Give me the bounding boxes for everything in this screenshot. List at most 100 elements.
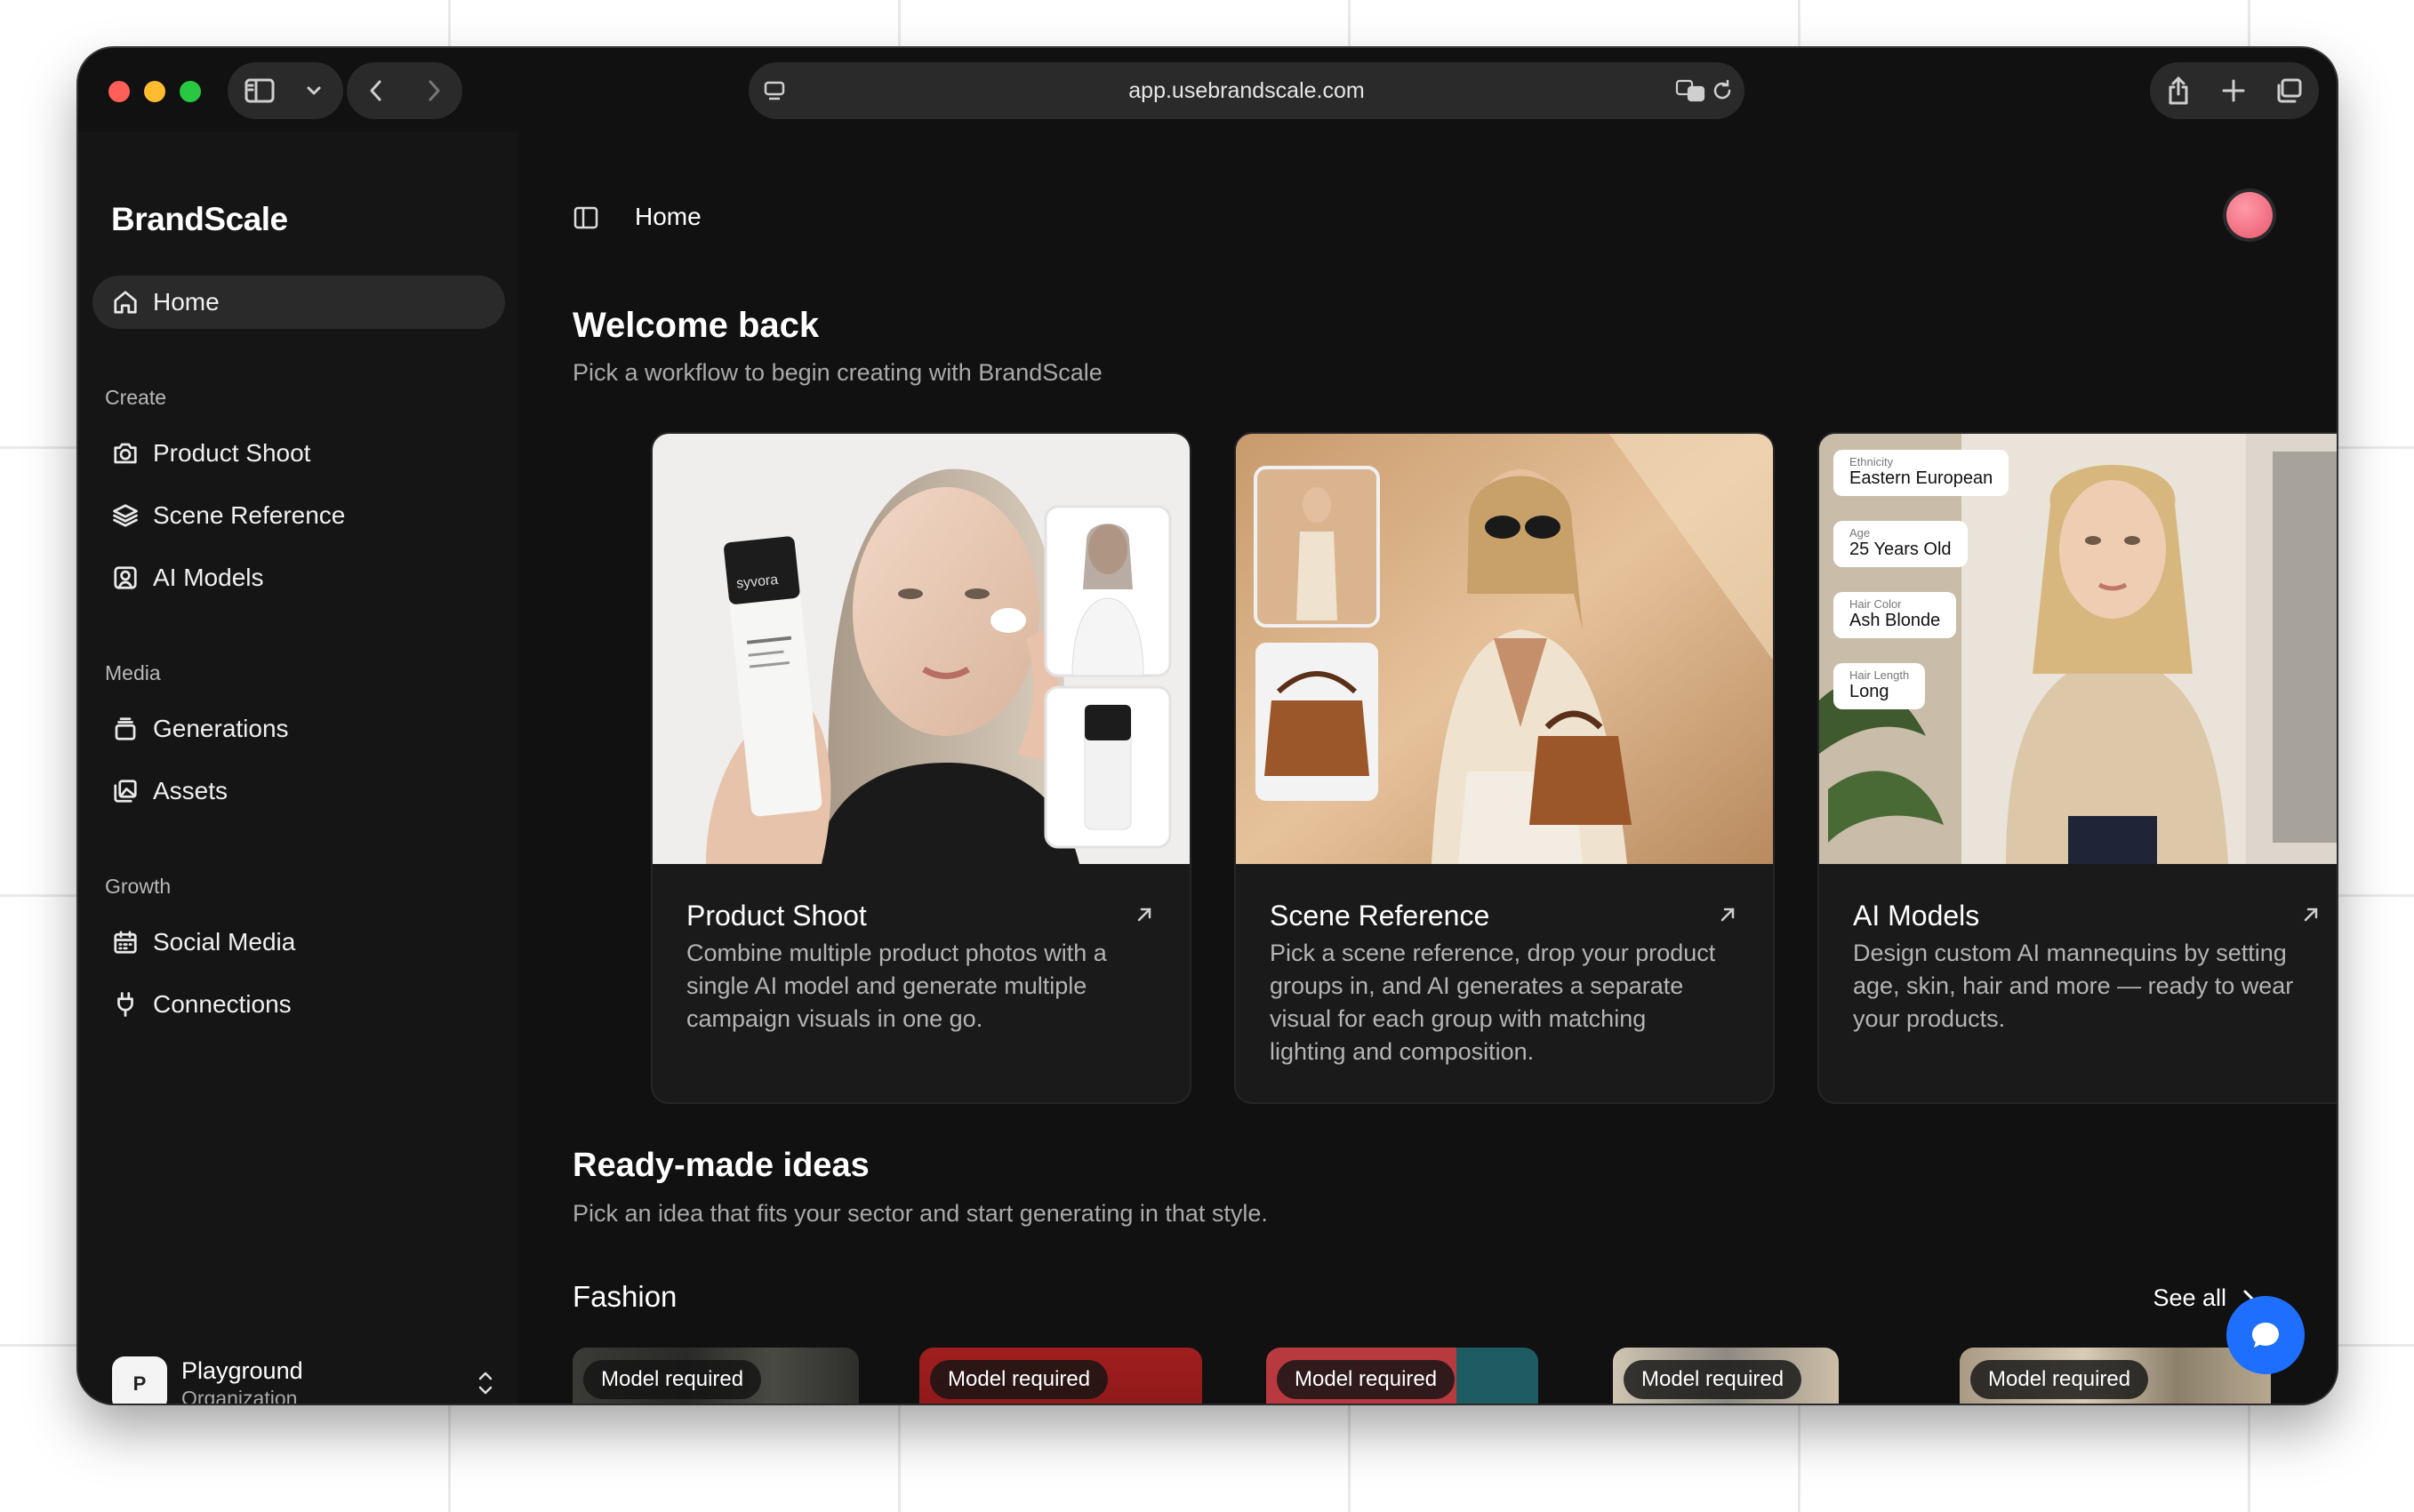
sidebar-item-label: Product Shoot: [153, 439, 311, 467]
chip-value: 25 Years Old: [1849, 540, 1952, 559]
back-button[interactable]: [347, 62, 405, 119]
section-label-media: Media: [105, 661, 161, 684]
ideas-subtitle: Pick an idea that fits your sector and s…: [573, 1200, 1268, 1227]
browser-window: app.usebrandscale.com BrandScale Home Cr…: [78, 48, 2337, 1404]
section-label-growth: Growth: [105, 875, 172, 898]
workflow-card-title: Scene Reference: [1270, 900, 1490, 932]
browser-toolbar: app.usebrandscale.com: [78, 48, 2337, 132]
sidebar-item-label: Generations: [153, 715, 289, 742]
sidebar-item-scene-reference[interactable]: Scene Reference: [92, 489, 505, 542]
sidebar-toggle-group: [228, 62, 343, 119]
workflow-card-title: AI Models: [1853, 900, 1980, 932]
model-attribute-chip: Ethnicity Eastern European: [1833, 450, 2009, 496]
model-required-badge: Model required: [1970, 1360, 2149, 1399]
chevron-up-down-icon: [478, 1372, 493, 1395]
idea-card[interactable]: Model required: [1613, 1348, 1839, 1404]
workflow-card-product-shoot[interactable]: syvora Product Shoot Combine multiple pr…: [651, 432, 1191, 1104]
idea-card[interactable]: Model required: [1960, 1348, 2271, 1404]
sidebar-item-label: AI Models: [153, 564, 264, 591]
sidebar-item-social-media[interactable]: Social Media: [92, 916, 505, 969]
section-label-create: Create: [105, 386, 167, 409]
chip-label: Age: [1849, 526, 1871, 540]
sidebar-item-label: Social Media: [153, 928, 296, 956]
sidebar-toggle-button[interactable]: [228, 62, 292, 119]
model-required-badge: Model required: [930, 1360, 1109, 1399]
product-shoot-preview-image: syvora: [653, 434, 1190, 864]
reload-icon[interactable]: [1711, 79, 1734, 102]
address-bar[interactable]: app.usebrandscale.com: [749, 62, 1744, 119]
sidebar-item-assets[interactable]: Assets: [92, 764, 505, 818]
welcome-subtitle: Pick a workflow to begin creating with B…: [573, 359, 1103, 386]
user-avatar[interactable]: [2226, 192, 2273, 238]
idea-card[interactable]: Model required: [1266, 1348, 1538, 1404]
idea-card[interactable]: Model required: [573, 1348, 859, 1404]
model-required-badge: Model required: [1277, 1360, 1456, 1399]
tab-groups-dropdown[interactable]: [292, 62, 336, 119]
home-icon: [114, 291, 137, 314]
chip-value: Eastern European: [1849, 468, 1993, 488]
sidebar-item-connections[interactable]: Connections: [92, 978, 505, 1031]
navigation-group: [347, 62, 462, 119]
minimize-window-button[interactable]: [144, 81, 165, 102]
share-button[interactable]: [2150, 62, 2207, 119]
chip-value: Long: [1849, 682, 1889, 701]
plug-icon: [117, 992, 133, 1017]
sidebar-icon: [245, 78, 275, 103]
new-tab-button[interactable]: [2207, 62, 2260, 119]
camera-icon: [114, 443, 137, 464]
workflow-card-description: Design custom AI mannequins by setting a…: [1853, 940, 2294, 1032]
sidebar-item-product-shoot[interactable]: Product Shoot: [92, 427, 505, 480]
organization-switcher[interactable]: P Playground Organization: [112, 1353, 494, 1404]
tabs-icon: [2277, 78, 2302, 103]
ideas-title: Ready-made ideas: [573, 1147, 870, 1184]
sidebar-item-label: Connections: [153, 990, 292, 1018]
workflow-card-description: Pick a scene reference, drop your produc…: [1270, 940, 1716, 1065]
url-text: app.usebrandscale.com: [1128, 78, 1365, 103]
sidebar-toggle-icon[interactable]: [573, 204, 599, 231]
organization-avatar: P: [112, 1356, 167, 1404]
sidebar-item-label: Scene Reference: [153, 501, 346, 529]
close-window-button[interactable]: [108, 81, 130, 102]
ai-models-preview-image: Ethnicity Eastern European Age 25 Years …: [1819, 434, 2337, 864]
chip-label: Hair Color: [1849, 597, 1902, 611]
main-content: Home Welcome back Pick a workflow to beg…: [517, 132, 2337, 1404]
sidebar-item-generations[interactable]: Generations: [92, 702, 505, 756]
sidebar-item-home[interactable]: Home: [92, 276, 505, 329]
sidebar-item-label: Assets: [153, 777, 229, 804]
brand-logo[interactable]: BrandScale: [111, 201, 288, 238]
share-icon: [2169, 76, 2188, 105]
forward-button[interactable]: [405, 62, 462, 119]
sidebar-item-ai-models[interactable]: AI Models: [92, 551, 505, 604]
model-attribute-chip: Age 25 Years Old: [1833, 521, 1968, 567]
idea-card[interactable]: Model required: [919, 1348, 1202, 1404]
chat-bubble-icon: [2252, 1323, 2279, 1348]
model-required-badge: Model required: [583, 1360, 762, 1399]
layers-icon: [113, 504, 138, 527]
welcome-title: Welcome back: [573, 306, 820, 345]
chevron-down-icon: [307, 86, 321, 95]
images-icon: [114, 780, 137, 803]
scene-reference-preview-image: [1236, 434, 1773, 864]
calendar-icon: [114, 931, 137, 954]
tab-overview-button[interactable]: [2260, 62, 2317, 119]
window-actions-group: [2150, 62, 2319, 119]
arrow-up-right-icon: [1720, 908, 1735, 922]
chevron-left-icon: [370, 80, 381, 101]
workflow-card-description: Combine multiple product photos with a s…: [686, 940, 1107, 1032]
workflow-card-ai-models[interactable]: Ethnicity Eastern European Age 25 Years …: [1817, 432, 2337, 1104]
model-attribute-chip: Hair Color Ash Blonde: [1833, 592, 1957, 638]
model-attribute-chip: Hair Length Long: [1833, 663, 1926, 709]
ideas-category-title: Fashion: [573, 1280, 678, 1313]
app-sidebar: BrandScale Home Create Product Shoot Sce…: [78, 132, 517, 1404]
chevron-right-icon: [429, 80, 439, 101]
arrow-up-right-icon: [2304, 908, 2318, 922]
zoom-window-button[interactable]: [180, 81, 201, 102]
workflow-card-scene-reference[interactable]: Scene Reference Pick a scene reference, …: [1234, 432, 1775, 1104]
plus-icon: [2222, 79, 2245, 102]
chip-value: Ash Blonde: [1849, 611, 1941, 630]
support-chat-button[interactable]: [2226, 1296, 2305, 1374]
user-square-icon: [114, 566, 137, 589]
translate-icon[interactable]: [1675, 78, 1705, 103]
arrow-up-right-icon: [1137, 908, 1151, 922]
chip-label: Hair Length: [1849, 668, 1910, 682]
